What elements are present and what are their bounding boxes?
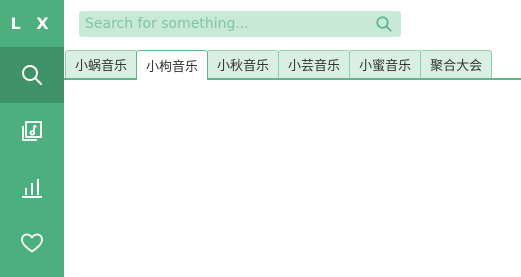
tab-source-1[interactable]: 小蜗音乐 xyxy=(65,50,138,78)
tab-source-5[interactable]: 小蜜音乐 xyxy=(349,50,422,78)
sidebar-item-favorites[interactable] xyxy=(0,215,64,271)
sidebar-item-music-list[interactable] xyxy=(0,103,64,159)
app-logo: L X xyxy=(10,14,54,33)
heart-icon xyxy=(21,233,43,253)
search-input[interactable] xyxy=(79,11,371,37)
search-icon xyxy=(376,16,392,32)
sidebar: L X xyxy=(0,0,64,277)
search-bar xyxy=(79,11,401,37)
search-button[interactable] xyxy=(371,11,397,37)
tab-source-all[interactable]: 聚合大会 xyxy=(420,50,493,78)
search-icon xyxy=(22,65,42,85)
tab-source-4[interactable]: 小芸音乐 xyxy=(278,50,351,78)
source-tabs: 小蜗音乐 小枸音乐 小秋音乐 小芸音乐 小蜜音乐 聚合大会 xyxy=(64,50,521,80)
sidebar-item-leaderboard[interactable] xyxy=(0,159,64,215)
tab-source-2[interactable]: 小枸音乐 xyxy=(136,50,209,80)
bar-chart-icon xyxy=(22,179,42,198)
music-list-icon xyxy=(22,121,42,141)
tab-source-3[interactable]: 小秋音乐 xyxy=(207,50,280,78)
sidebar-item-search[interactable] xyxy=(0,47,64,103)
